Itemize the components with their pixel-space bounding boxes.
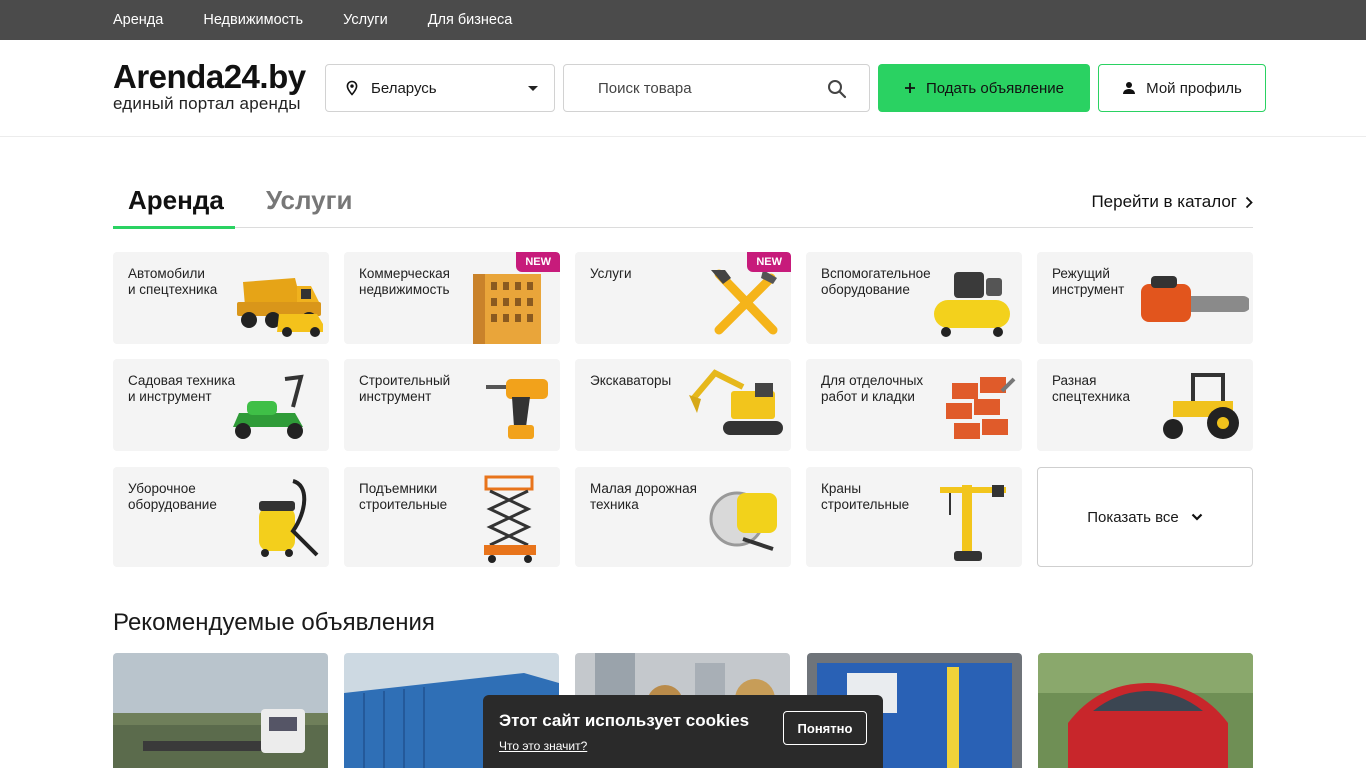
chevron-down-icon: [528, 86, 538, 91]
category-garden[interactable]: Садовая техника и инструмент: [113, 359, 329, 451]
cookie-banner: Этот сайт использует cookies Что это зна…: [483, 695, 883, 768]
tower-crane-icon: [940, 485, 1006, 561]
category-lifts[interactable]: Подъемники строительные: [344, 467, 560, 567]
tools-icon: [711, 269, 778, 335]
category-cutting-tools[interactable]: Режущий инструмент: [1037, 252, 1253, 344]
region-select[interactable]: Беларусь: [325, 64, 555, 112]
listing-card[interactable]: [1038, 653, 1253, 768]
catalog-link-label: Перейти в каталог: [1091, 192, 1237, 211]
category-services[interactable]: Услуги NEW: [575, 252, 791, 344]
profile-button[interactable]: Мой профиль: [1098, 64, 1266, 112]
top-nav-rent[interactable]: Аренда: [113, 12, 163, 28]
region-value: Беларусь: [371, 79, 437, 97]
cookie-info-link[interactable]: Что это значит?: [499, 739, 587, 753]
compressor-icon: [934, 272, 1010, 337]
new-badge: NEW: [747, 252, 791, 272]
category-label: Строительный инструмент: [359, 373, 451, 404]
dump-truck-icon: [237, 278, 323, 337]
category-cars[interactable]: Автомобили и спецтехника: [113, 252, 329, 344]
category-label: Коммерческая недвижимость: [359, 266, 450, 297]
category-label: Подъемники строительные: [359, 481, 448, 512]
top-nav: Аренда Недвижимость Услуги Для бизнеса: [0, 0, 1366, 40]
catalog-link[interactable]: Перейти в каталог: [1091, 192, 1253, 212]
category-label: Для отделочных работ и кладки: [821, 373, 924, 404]
category-label: Автомобили и спецтехника: [128, 266, 218, 297]
logo-subtitle: единый портал аренды: [113, 94, 301, 113]
map-pin-icon: [346, 80, 358, 96]
car-photo: [1038, 653, 1253, 768]
building-icon: [473, 274, 541, 344]
category-label: Уборочное оборудование: [128, 481, 217, 512]
tab-rent[interactable]: Аренда: [128, 185, 224, 216]
category-label: Краны строительные: [821, 481, 910, 512]
category-cranes[interactable]: Краны строительные: [806, 467, 1022, 567]
category-commercial-realty[interactable]: Коммерческая недвижимость NEW: [344, 252, 560, 344]
category-label: Вспомогательное оборудование: [821, 266, 931, 297]
category-finishing-masonry[interactable]: Для отделочных работ и кладки: [806, 359, 1022, 451]
category-label: Разная спецтехника: [1052, 373, 1131, 404]
header: Arenda24.by единый портал аренды Беларус…: [0, 40, 1366, 137]
top-nav-realty[interactable]: Недвижимость: [203, 12, 303, 28]
logo-title: Arenda24.by: [113, 58, 306, 95]
tab-services[interactable]: Услуги: [266, 185, 352, 216]
listing-card[interactable]: [113, 653, 328, 768]
tractor-icon: [1163, 373, 1239, 439]
plus-icon: [904, 83, 915, 93]
category-label: Малая дорожная техника: [590, 481, 697, 512]
chainsaw-icon: [1141, 276, 1249, 322]
lawn-mower-icon: [233, 374, 304, 439]
category-construction-tools[interactable]: Строительный инструмент: [344, 359, 560, 451]
vacuum-cleaner-icon: [259, 479, 319, 557]
cookie-title: Этот сайт использует cookies: [499, 711, 750, 730]
post-ad-button[interactable]: Подать объявление: [878, 64, 1090, 112]
search-icon[interactable]: [827, 79, 847, 99]
show-all-button[interactable]: Показать все: [1037, 467, 1253, 567]
show-all-label: Показать все: [1087, 508, 1179, 526]
category-label: Садовая техника и инструмент: [128, 373, 236, 404]
cookie-accept-button[interactable]: Понятно: [783, 711, 867, 745]
category-label: Экскаваторы: [590, 373, 672, 388]
search-input[interactable]: [598, 65, 838, 111]
chevron-right-icon: [1245, 196, 1253, 208]
active-tab-indicator: [113, 226, 235, 229]
truck-photo: [113, 653, 328, 768]
category-cleaning[interactable]: Уборочное оборудование: [113, 467, 329, 567]
concrete-saw-icon: [709, 491, 777, 551]
category-label: Услуги: [590, 266, 632, 281]
drill-icon: [486, 379, 548, 439]
site-logo[interactable]: Arenda24.by единый портал аренды: [113, 58, 306, 113]
search-box: [563, 64, 870, 112]
category-tabs: Аренда Услуги Перейти в каталог: [113, 176, 1253, 229]
category-road-equipment[interactable]: Малая дорожная техника: [575, 467, 791, 567]
top-nav-business[interactable]: Для бизнеса: [428, 12, 513, 28]
chevron-down-icon: [1191, 513, 1203, 521]
post-ad-label: Подать объявление: [925, 79, 1065, 97]
top-nav-services[interactable]: Услуги: [343, 12, 388, 28]
user-icon: [1123, 82, 1136, 94]
new-badge: NEW: [516, 252, 560, 272]
excavator-icon: [689, 369, 783, 435]
scissor-lift-icon: [484, 475, 536, 563]
profile-label: Мой профиль: [1146, 79, 1242, 97]
category-excavators[interactable]: Экскаваторы: [575, 359, 791, 451]
recommended-title: Рекомендуемые объявления: [113, 609, 435, 636]
category-misc-machinery[interactable]: Разная спецтехника: [1037, 359, 1253, 451]
category-auxiliary-equipment[interactable]: Вспомогательное оборудование: [806, 252, 1022, 344]
bricks-icon: [946, 377, 1016, 439]
